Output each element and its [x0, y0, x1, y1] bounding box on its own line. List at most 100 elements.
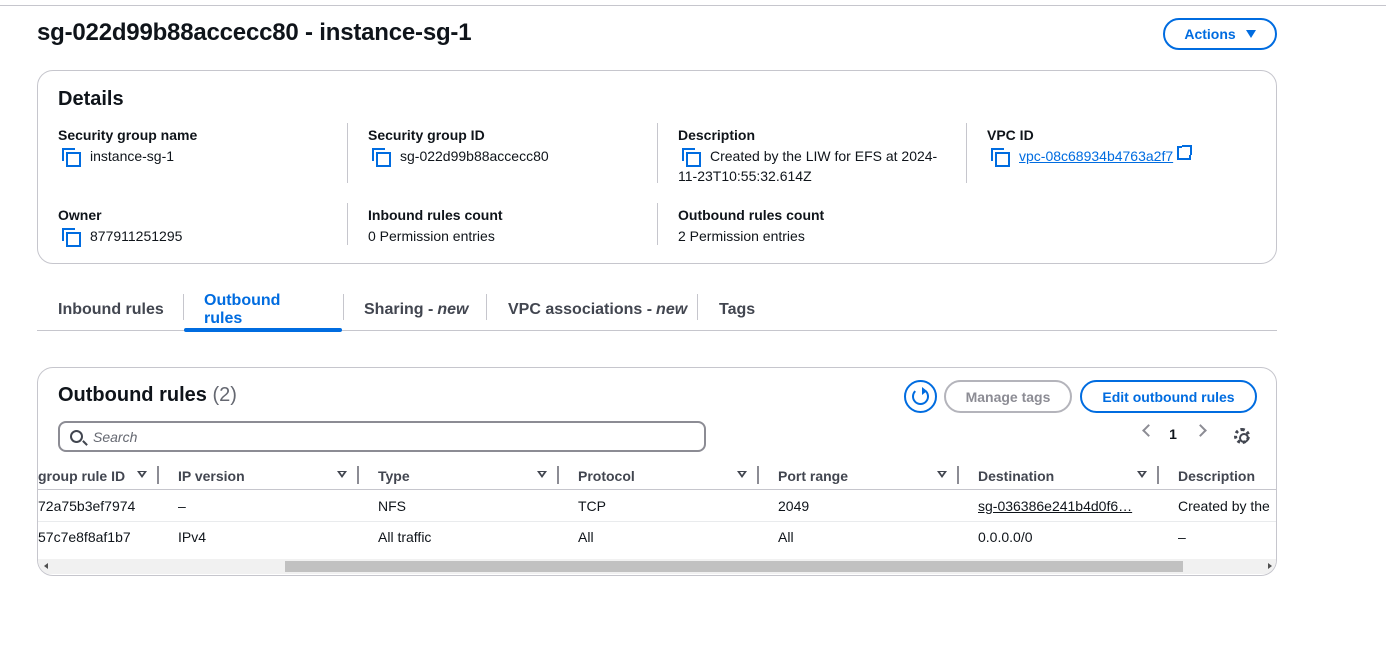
field-label: Owner: [58, 207, 102, 223]
cell-rule-id: 72a75b3ef7974: [38, 498, 136, 514]
search-icon: [70, 430, 83, 443]
tab-label: Sharing -: [364, 301, 434, 318]
settings-gear-icon[interactable]: [1234, 428, 1250, 444]
column-resizer[interactable]: [1157, 466, 1159, 484]
refresh-button[interactable]: [904, 380, 937, 413]
cell-port-range: All: [778, 529, 794, 545]
outbound-rules-heading: Outbound rules (2): [58, 384, 237, 407]
copy-icon[interactable]: [682, 148, 701, 167]
outbound-rules-panel: Outbound rules (2) Manage tags Edit outb…: [37, 367, 1277, 576]
security-group-name-value: instance-sg-1: [90, 148, 175, 164]
vpc-id-link[interactable]: vpc-08c68934b4763a2f7: [1019, 146, 1173, 166]
destination-link[interactable]: sg-036386e241b4d0f6…: [978, 498, 1153, 514]
cell-destination: 0.0.0.0/0: [978, 529, 1033, 545]
description-field: Description Created by the LIW for EFS a…: [678, 126, 948, 186]
column-divider: [347, 123, 348, 183]
caret-down-icon: [1245, 30, 1256, 38]
edit-outbound-rules-label: Edit outbound rules: [1102, 388, 1235, 405]
field-label: Outbound rules count: [678, 207, 825, 223]
copy-icon[interactable]: [62, 148, 81, 167]
column-header-type[interactable]: Type: [378, 468, 410, 484]
cell-ip-version: –: [178, 498, 186, 514]
security-group-id-value: sg-022d99b88accecc80: [400, 148, 549, 164]
tab-label: VPC associations -: [508, 301, 653, 318]
refresh-icon: [912, 387, 929, 405]
cell-type: NFS: [378, 498, 406, 514]
sort-icon[interactable]: [537, 471, 547, 478]
sort-icon[interactable]: [1137, 471, 1147, 478]
edit-outbound-rules-button[interactable]: Edit outbound rules: [1080, 380, 1257, 413]
column-header-description[interactable]: Description: [1178, 468, 1255, 484]
outbound-rules-title: Outbound rules: [58, 384, 207, 406]
external-link-icon[interactable]: [1177, 145, 1193, 160]
tab-new-badge: new: [437, 301, 469, 318]
actions-label: Actions: [1184, 26, 1236, 42]
column-header-ip-version[interactable]: IP version: [178, 468, 245, 484]
tab-new-badge: new: [656, 301, 688, 318]
scroll-left-icon[interactable]: [44, 563, 48, 569]
table-header: group rule ID IP version Type Protocol P…: [38, 464, 1276, 490]
field-label: Security group name: [58, 127, 198, 143]
column-header-destination[interactable]: Destination: [978, 468, 1054, 484]
page-number[interactable]: 1: [1165, 426, 1181, 442]
column-divider: [657, 123, 658, 183]
sort-icon[interactable]: [737, 471, 747, 478]
tab-bar: Inbound rules Outbound rules Sharing - n…: [37, 290, 1277, 332]
horizontal-scrollbar[interactable]: [38, 559, 1276, 574]
sort-icon[interactable]: [937, 471, 947, 478]
table-row[interactable]: 57c7e8f8af1b7 IPv4 All traffic All All 0…: [38, 522, 1276, 553]
cell-description: Created by the: [1178, 498, 1270, 514]
column-resizer[interactable]: [157, 466, 159, 484]
tab-label: Outbound rules: [204, 292, 281, 327]
chevron-left-icon: [1141, 424, 1155, 437]
inbound-rules-count-field: Inbound rules count 0 Permission entries: [368, 206, 638, 246]
tab-outbound-rules[interactable]: Outbound rules: [184, 290, 342, 332]
actions-button[interactable]: Actions: [1163, 18, 1277, 50]
page-title: sg-022d99b88accecc80 - instance-sg-1: [37, 19, 472, 46]
previous-page-button[interactable]: [1138, 424, 1158, 437]
tab-sharing[interactable]: Sharing - new: [364, 290, 468, 330]
cell-description: –: [1178, 529, 1186, 545]
scroll-right-icon[interactable]: [1268, 563, 1272, 569]
tab-inbound-rules[interactable]: Inbound rules: [58, 290, 164, 330]
column-resizer[interactable]: [757, 466, 759, 484]
details-panel: Details Security group name instance-sg-…: [37, 70, 1277, 264]
scrollbar-thumb[interactable]: [285, 561, 1183, 572]
search-input[interactable]: [93, 428, 653, 445]
outbound-rules-count-field: Outbound rules count 2 Permission entrie…: [678, 206, 948, 246]
cell-protocol: TCP: [578, 498, 606, 514]
tab-divider: [697, 294, 698, 320]
copy-icon[interactable]: [62, 228, 81, 247]
field-label: Inbound rules count: [368, 207, 503, 223]
column-resizer[interactable]: [957, 466, 959, 484]
tab-label: Inbound rules: [58, 301, 164, 318]
details-heading: Details: [58, 88, 124, 110]
search-box[interactable]: [58, 421, 706, 452]
column-header-protocol[interactable]: Protocol: [578, 468, 635, 484]
column-divider: [347, 203, 348, 245]
sort-icon[interactable]: [337, 471, 347, 478]
cell-protocol: All: [578, 529, 594, 545]
sort-icon[interactable]: [137, 471, 147, 478]
cell-ip-version: IPv4: [178, 529, 207, 545]
tab-tags[interactable]: Tags: [719, 290, 755, 330]
column-resizer[interactable]: [557, 466, 559, 484]
table-row[interactable]: 72a75b3ef7974 – NFS TCP 2049 sg-036386e2…: [38, 491, 1276, 522]
cell-port-range: 2049: [778, 498, 810, 514]
copy-icon[interactable]: [991, 148, 1010, 167]
column-divider: [966, 123, 967, 183]
manage-tags-button[interactable]: Manage tags: [944, 380, 1072, 413]
rules-count: (2): [212, 384, 237, 406]
owner-field: Owner 877911251295: [58, 206, 328, 247]
tab-divider: [486, 294, 487, 320]
column-header-rule-id[interactable]: group rule ID: [38, 468, 125, 484]
description-value: Created by the LIW for EFS at 2024-11-23…: [678, 148, 938, 184]
column-resizer[interactable]: [357, 466, 359, 484]
field-label: Description: [678, 127, 756, 143]
manage-tags-label: Manage tags: [965, 388, 1051, 405]
tab-vpc-associations[interactable]: VPC associations - new: [508, 290, 687, 330]
copy-icon[interactable]: [372, 148, 391, 167]
chevron-right-icon: [1193, 424, 1207, 437]
next-page-button[interactable]: [1190, 424, 1210, 437]
column-header-port-range[interactable]: Port range: [778, 468, 848, 484]
